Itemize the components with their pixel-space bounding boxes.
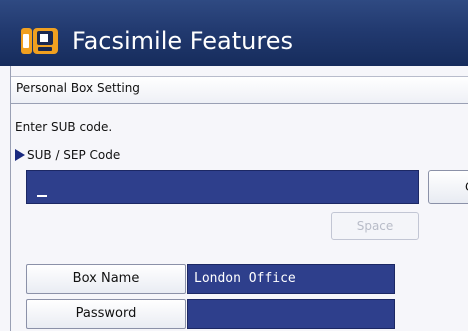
box-name-value: London Office xyxy=(187,264,395,294)
page-title: Personal Box Setting xyxy=(16,81,140,95)
space-button[interactable]: Space xyxy=(331,212,419,240)
window-title: Facsimile Features xyxy=(72,27,293,55)
clear-button[interactable]: C xyxy=(428,170,468,204)
password-value xyxy=(187,299,395,329)
screen: Facsimile Features Personal Box Setting … xyxy=(0,0,468,331)
screen-header: Personal Box Setting xyxy=(11,76,468,104)
fax-features-icon xyxy=(21,28,58,54)
arrow-right-icon xyxy=(15,149,25,161)
sub-sep-code-label: SUB / SEP Code xyxy=(15,148,120,162)
box-name-button[interactable]: Box Name xyxy=(26,264,186,294)
sub-sep-code-label-text: SUB / SEP Code xyxy=(27,148,121,162)
password-button[interactable]: Password xyxy=(26,299,186,329)
sub-sep-code-input[interactable] xyxy=(26,170,419,204)
text-cursor xyxy=(37,195,47,197)
panel-border xyxy=(10,66,11,331)
instruction-text: Enter SUB code. xyxy=(15,120,113,134)
title-bar: Facsimile Features xyxy=(0,0,468,66)
